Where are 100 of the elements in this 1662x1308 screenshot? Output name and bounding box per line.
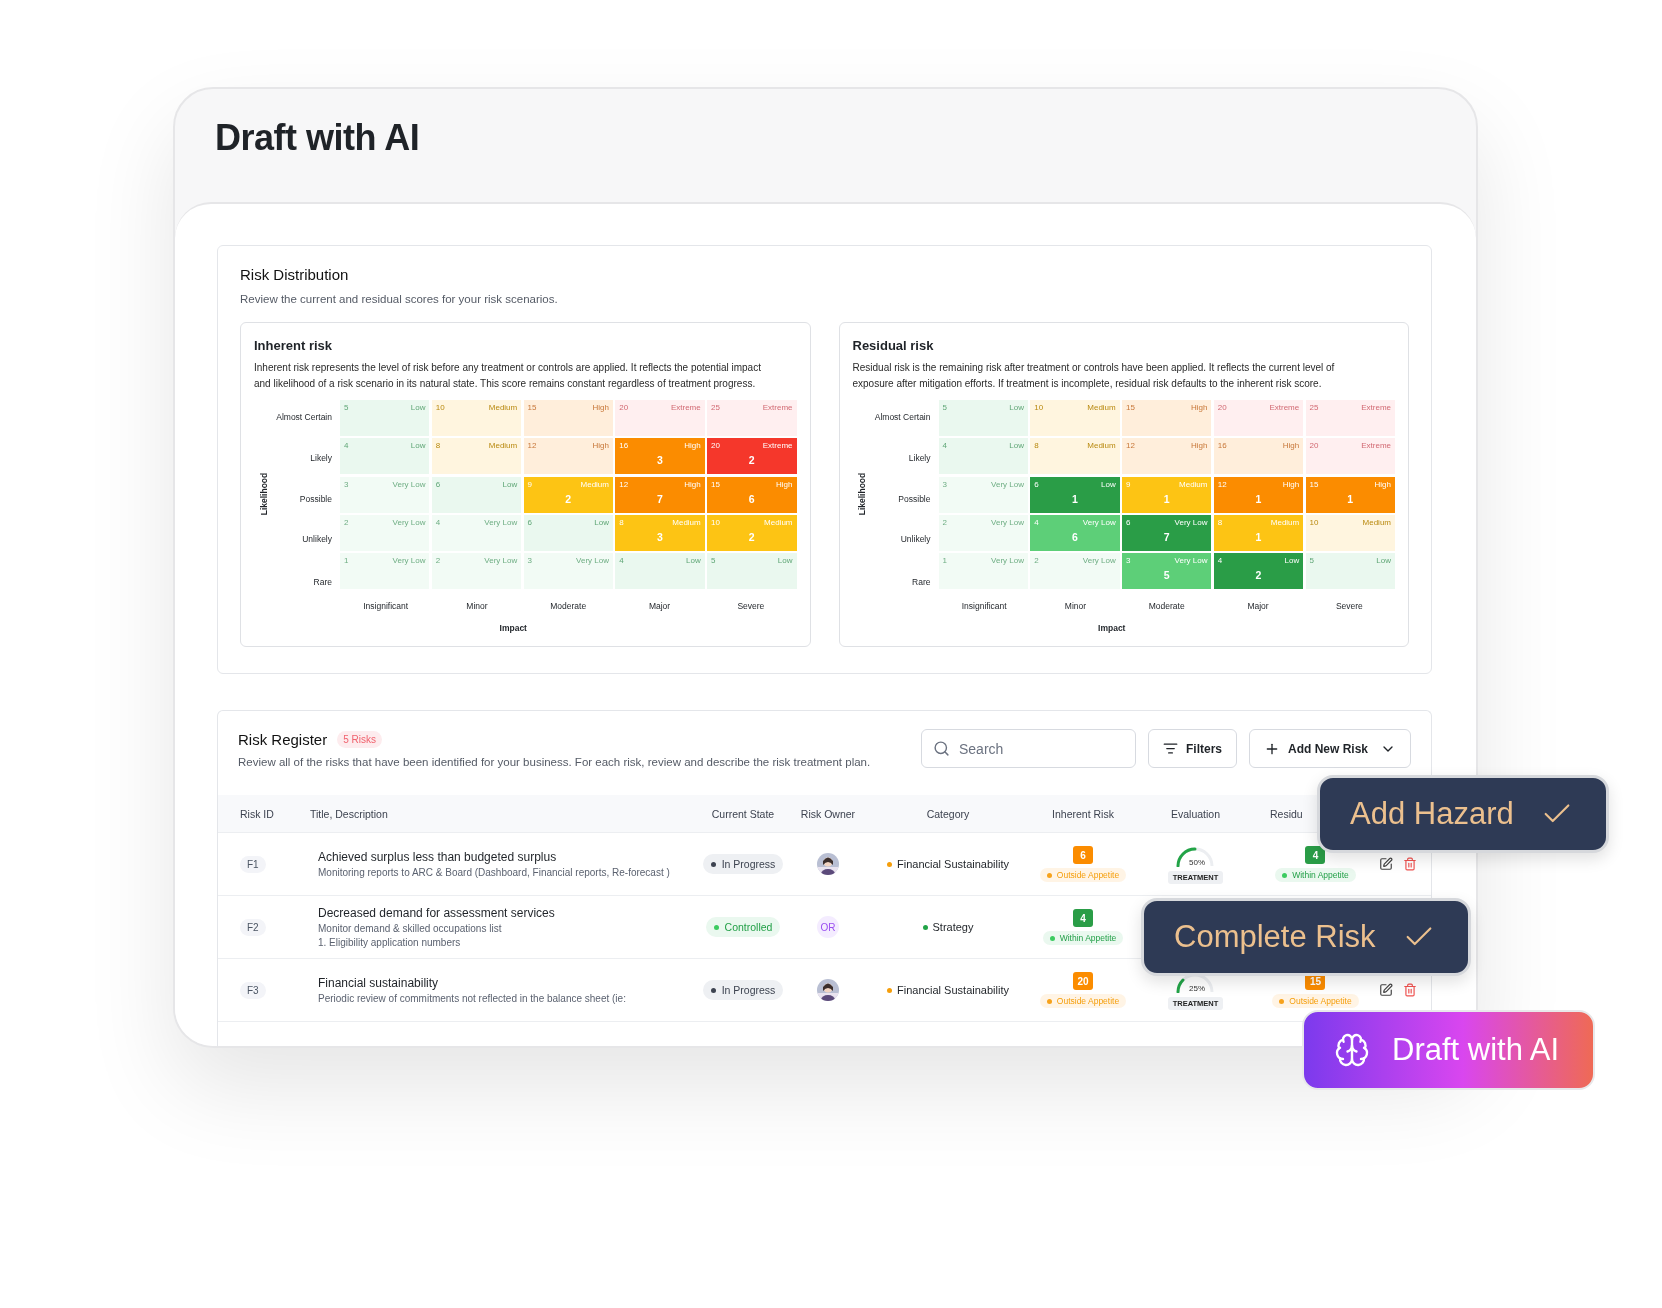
row-label: Rare: [313, 577, 333, 588]
cell-level: Very Low: [991, 479, 1024, 489]
search-field[interactable]: Search: [920, 729, 1136, 768]
cell-level: Very Low: [576, 556, 609, 566]
cell-level: Low: [1284, 556, 1300, 566]
cell-count: 1: [1072, 492, 1078, 505]
edit-icon[interactable]: [1379, 983, 1393, 997]
cell-score: 3: [1126, 556, 1131, 566]
cell-level: Low: [1376, 556, 1391, 566]
row-label: Likely: [310, 453, 333, 464]
cell-level: High: [684, 479, 701, 489]
cell-count: 1: [1255, 530, 1262, 543]
cell-score: 6: [1126, 517, 1131, 527]
cell-level: Medium: [488, 403, 518, 412]
cell-level: Low: [594, 517, 609, 527]
cell-score: 12: [1126, 441, 1135, 451]
column-label: Major: [1246, 601, 1270, 612]
cell-level: Very Low: [1174, 517, 1208, 527]
risk-title: Achieved surplus less than budgeted surplus: [318, 850, 558, 864]
column-label: Minor: [465, 601, 489, 612]
column-header: Risk Owner: [800, 807, 856, 820]
cell-level: Low: [1101, 479, 1116, 489]
delete-icon[interactable]: [1403, 983, 1417, 997]
appetite-badge: Outside Appetite: [1039, 994, 1127, 1008]
cell-level: Medium: [488, 441, 518, 451]
cell-level: Low: [410, 403, 426, 412]
risk-description: Monitor demand & skilled occupations list: [318, 923, 503, 934]
delete-icon[interactable]: [1403, 857, 1417, 871]
cell-score: 8: [619, 517, 624, 527]
cell-score: 20: [1217, 403, 1227, 412]
column-label: Insignificant: [362, 601, 410, 612]
cell-count: 1: [1163, 492, 1170, 505]
cell-score: 5: [942, 403, 947, 412]
cell-count: 3: [657, 454, 663, 467]
cell-score: 6: [527, 517, 532, 527]
cell-score: 8: [1217, 517, 1223, 527]
action-button[interactable]: Add Hazard: [1317, 775, 1609, 853]
column-header: Category: [926, 807, 970, 820]
cell-level: High: [1191, 441, 1208, 451]
cell-score: 9: [527, 479, 532, 489]
risk-score: 4: [1305, 846, 1326, 864]
risk-description: 1. Eligibility application numbers: [318, 937, 462, 948]
cell-score: 15: [711, 479, 720, 489]
action-button[interactable]: Complete Risk: [1141, 898, 1471, 976]
cell-level: Extreme: [1361, 441, 1391, 451]
cell-score: 20: [711, 441, 720, 451]
state-badge: In Progress: [702, 980, 784, 1000]
cell-score: 4: [435, 517, 441, 527]
cell-level: High: [592, 403, 609, 412]
column-header: Inherent Risk: [1052, 807, 1114, 820]
cell-level: Extreme: [1361, 403, 1391, 412]
cell-count: 5: [1163, 569, 1170, 582]
cell-level: Very Low: [392, 517, 426, 527]
cell-score: 20: [619, 403, 629, 412]
cell-score: 4: [344, 441, 349, 451]
cell-level: Very Low: [392, 556, 426, 566]
cell-level: Medium: [1179, 479, 1208, 489]
row-label: Almost Certain: [276, 412, 333, 422]
card-title: Risk Register: [238, 731, 328, 748]
cell-level: High: [1191, 403, 1208, 412]
cell-level: Medium: [672, 517, 701, 527]
panel-title: Inherent risk: [254, 338, 334, 353]
gauge-percent: 25%: [1189, 983, 1206, 993]
cell-score: 25: [711, 403, 720, 412]
cell-count: 1: [1347, 492, 1354, 505]
count-badge: 5 Risks: [337, 731, 382, 748]
risk-title: Decreased demand for assessment services: [318, 906, 556, 920]
cell-score: 2: [435, 556, 441, 566]
panel-title: Residual risk: [852, 338, 935, 353]
cell-score: 10: [435, 403, 445, 412]
cell-score: 3: [527, 556, 532, 566]
column-label: Severe: [1334, 601, 1364, 612]
owner-avatar: OR: [817, 916, 839, 938]
category-text: Strategy: [932, 921, 974, 933]
cell-score: 2: [942, 517, 947, 527]
filter-button[interactable]: Filters: [1147, 729, 1237, 768]
cell-score: 9: [1126, 479, 1131, 489]
add-risk-button[interactable]: Add New Risk: [1249, 729, 1411, 768]
cell-level: Low: [1009, 441, 1024, 451]
risk-id: F1: [240, 855, 266, 873]
cell-level: Low: [410, 441, 426, 451]
cell-score: 16: [1217, 441, 1227, 451]
cell-level: Medium: [1362, 517, 1391, 527]
filter-icon: [1162, 741, 1178, 756]
cell-score: 15: [1126, 403, 1135, 412]
cell-count: 2: [748, 454, 755, 467]
cell-level: Extreme: [762, 403, 793, 412]
appetite-badge: Within Appetite: [1275, 868, 1356, 882]
cell-score: 12: [527, 441, 537, 451]
cell-level: Very Low: [484, 556, 518, 566]
edit-icon[interactable]: [1379, 857, 1393, 871]
risk-score: 4: [1073, 909, 1093, 927]
cell-count: 2: [565, 492, 572, 505]
cell-level: Medium: [1270, 517, 1300, 527]
cell-level: Very Low: [484, 517, 518, 527]
row-label: Possible: [299, 493, 333, 504]
gauge-percent: 50%: [1189, 857, 1206, 867]
brain-icon: [1334, 1032, 1370, 1068]
column-header: Residu: [1270, 807, 1303, 820]
draft-ai-button[interactable]: Draft with AI: [1302, 1010, 1596, 1090]
